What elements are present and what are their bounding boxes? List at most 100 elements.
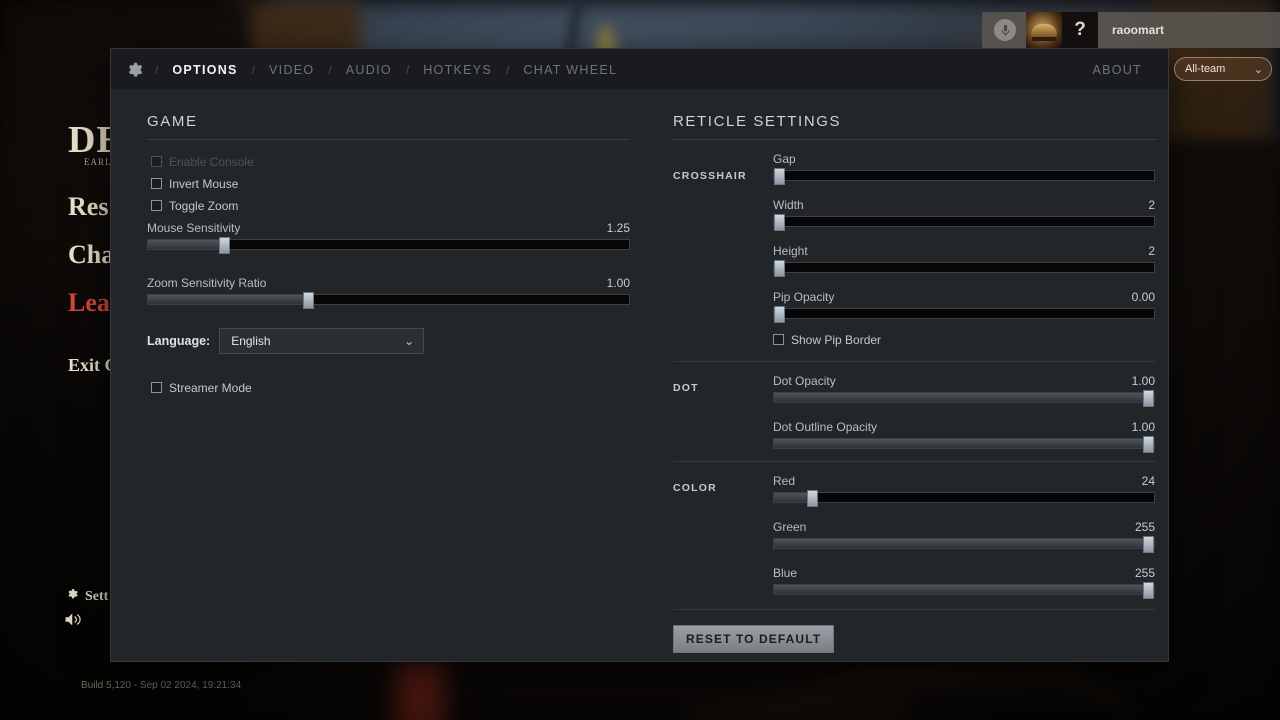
slider-thumb[interactable] [1143, 436, 1154, 453]
menu-item-settings[interactable]: Sett [66, 588, 108, 605]
build-version: Build 5,120 - Sep 02 2024, 19:21:34 [81, 680, 242, 691]
slider-width[interactable]: Width 2 [773, 198, 1155, 231]
language-value: English [231, 334, 271, 348]
checkbox-box [151, 382, 162, 393]
slider-green[interactable]: Green 255 [773, 520, 1155, 553]
tab-chat-wheel[interactable]: CHAT WHEEL [513, 63, 627, 77]
checkbox-label: Show Pip Border [791, 332, 882, 347]
slider-zoom-sensitivity-ratio[interactable]: Zoom Sensitivity Ratio 1.00 [147, 276, 630, 309]
reset-to-default-button[interactable]: RESET TO DEFAULT [673, 625, 835, 653]
slider-label: Mouse Sensitivity [147, 221, 241, 235]
slider-red[interactable]: Red 24 [773, 474, 1155, 507]
group-label: CROSSHAIR [673, 170, 747, 182]
checkbox-enable-console[interactable]: Enable Console [151, 152, 641, 171]
slider-label: Pip Opacity [773, 290, 835, 304]
slider-fill [774, 439, 1154, 448]
settings-label: Sett [85, 588, 109, 604]
tab-separator: / [405, 62, 410, 77]
slider-track[interactable] [773, 536, 1155, 553]
slider-thumb[interactable] [1143, 582, 1154, 599]
slider-track[interactable] [147, 292, 630, 309]
slider-track[interactable] [147, 237, 630, 254]
settings-body: GAME Enable Console Invert Mouse Toggle … [111, 91, 1168, 653]
slider-fill [774, 393, 1154, 402]
slider-fill [774, 539, 1154, 548]
slider-label: Width [773, 198, 804, 212]
checkbox-box [151, 156, 162, 167]
account-bar: ? raoomart [982, 12, 1280, 48]
group-divider [673, 361, 1156, 362]
tab-about[interactable]: ABOUT [1092, 63, 1142, 77]
slider-track[interactable] [773, 390, 1155, 407]
reticle-settings-column: RETICLE SETTINGS CROSSHAIR Gap Width 2 H… [641, 113, 1161, 653]
checkbox-label: Streamer Mode [169, 380, 252, 395]
group-color: COLOR Red 24 Green 255 Blue 255 [673, 464, 1161, 599]
slider-value: 255 [1134, 566, 1155, 580]
checkbox-show-pip-border[interactable]: Show Pip Border [773, 330, 1161, 349]
slider-track[interactable] [773, 436, 1155, 453]
slider-track[interactable] [773, 582, 1155, 599]
slider-height[interactable]: Height 2 [773, 244, 1155, 277]
menu-item-resume[interactable]: Res [68, 192, 108, 222]
reset-divider [673, 609, 1156, 610]
checkbox-streamer-mode[interactable]: Streamer Mode [151, 378, 641, 397]
slider-dot-outline-opacity[interactable]: Dot Outline Opacity 1.00 [773, 420, 1155, 453]
slider-label: Height [773, 244, 808, 258]
checkbox-toggle-zoom[interactable]: Toggle Zoom [151, 196, 641, 215]
slider-thumb[interactable] [303, 292, 315, 309]
tab-video[interactable]: VIDEO [259, 63, 324, 77]
question-mark-icon[interactable]: ? [1062, 12, 1098, 48]
team-chat-select[interactable]: All-team ⌄ [1174, 57, 1272, 81]
slider-label: Blue [773, 566, 798, 580]
slider-mouse-sensitivity[interactable]: Mouse Sensitivity 1.25 [147, 221, 630, 254]
slider-track[interactable] [773, 306, 1155, 323]
slider-blue[interactable]: Blue 255 [773, 566, 1155, 599]
group-label: DOT [673, 382, 699, 394]
checkbox-box [151, 200, 162, 211]
slider-thumb[interactable] [774, 260, 785, 277]
gear-icon [117, 61, 151, 78]
slider-value: 1.00 [1131, 420, 1155, 434]
slider-thumb[interactable] [218, 237, 230, 254]
slider-dot-opacity[interactable]: Dot Opacity 1.00 [773, 374, 1155, 407]
microphone-icon[interactable] [994, 19, 1016, 41]
checkbox-invert-mouse[interactable]: Invert Mouse [151, 174, 641, 193]
avatar[interactable] [1026, 12, 1062, 48]
language-select[interactable]: English ⌄ [219, 328, 425, 354]
slider-track[interactable] [773, 490, 1155, 507]
language-label: Language: [147, 334, 211, 348]
slider-thumb[interactable] [1143, 390, 1154, 407]
tab-options[interactable]: OPTIONS [162, 63, 247, 77]
group-crosshair: CROSSHAIR Gap Width 2 Height 2 Pip Opaci… [673, 152, 1161, 349]
slider-thumb[interactable] [1143, 536, 1154, 553]
slider-label: Dot Outline Opacity [773, 420, 878, 434]
group-divider [673, 461, 1156, 462]
chevron-down-icon: ⌄ [404, 334, 415, 348]
menu-item-change[interactable]: Cha [68, 240, 114, 270]
reticle-section-title: RETICLE SETTINGS [673, 113, 1156, 140]
slider-thumb[interactable] [774, 214, 785, 231]
tab-separator: / [155, 62, 159, 77]
speaker-icon[interactable] [64, 612, 82, 632]
slider-gap[interactable]: Gap [773, 152, 1155, 185]
slider-thumb[interactable] [774, 168, 785, 185]
slider-fill [774, 585, 1154, 594]
slider-value: 2 [1148, 244, 1155, 258]
slider-track[interactable] [773, 168, 1155, 185]
slider-track[interactable] [773, 260, 1155, 277]
tab-separator: / [506, 62, 510, 77]
slider-value: 2 [1148, 198, 1155, 212]
tab-audio[interactable]: AUDIO [336, 63, 402, 77]
tab-hotkeys[interactable]: HOTKEYS [413, 63, 502, 77]
team-chat-value: All-team [1185, 63, 1226, 75]
slider-thumb[interactable] [807, 490, 819, 507]
slider-thumb[interactable] [774, 306, 785, 323]
slider-pip-opacity[interactable]: Pip Opacity 0.00 [773, 290, 1155, 323]
player-portrait-hat [1031, 23, 1057, 37]
checkbox-box [151, 178, 162, 189]
slider-fill [148, 295, 307, 304]
slider-track[interactable] [773, 214, 1155, 231]
slider-value: 1.25 [606, 221, 630, 235]
game-logo-subtitle: EARL [84, 157, 112, 167]
language-row: Language: English ⌄ [147, 328, 641, 354]
